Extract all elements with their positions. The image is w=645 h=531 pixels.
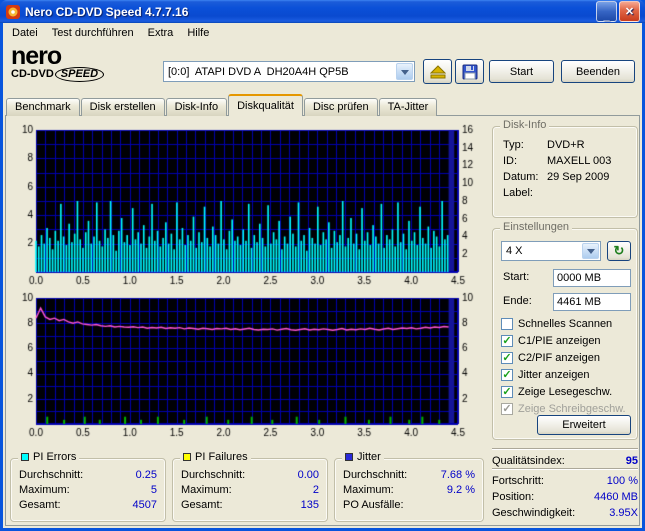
nero-logo: nero CD-DVD SPEED (11, 44, 161, 82)
checkbox-jitter[interactable]: ✓ Jitter anzeigen (501, 366, 635, 383)
start-mb-label: Start: (503, 271, 530, 283)
einstellungen-title: Einstellungen (500, 221, 573, 233)
position-row: Position: 4460 MB (492, 491, 638, 503)
ende-mb-label: Ende: (503, 295, 532, 307)
start-button[interactable]: Start (489, 60, 554, 83)
pie-chart-canvas (10, 124, 488, 288)
tab-disk-erstellen[interactable]: Disk erstellen (80, 98, 165, 116)
tab-ta-jitter[interactable]: TA-Jitter (378, 98, 438, 116)
quality-index-value: 95 (625, 455, 638, 467)
checkbox-box[interactable]: ✓ (501, 385, 513, 398)
speed-select[interactable]: 4 X (501, 241, 601, 261)
checkbox-lesegeschw[interactable]: ✓ Zeige Lesegeschw. (501, 383, 635, 400)
checkbox-c2-pif[interactable]: ✓ C2/PIF anzeigen (501, 349, 635, 366)
pif-legend-swatch (183, 453, 191, 461)
save-button[interactable] (455, 59, 484, 84)
start-mb-field[interactable] (553, 269, 631, 287)
checkbox-box[interactable]: ✓ (501, 351, 513, 364)
checkbox-list: Schnelles Scannen ✓ C1/PIE anzeigen ✓ C2… (501, 315, 635, 417)
eject-button[interactable] (423, 59, 452, 84)
jitter-group: Jitter Durchschnitt: 7.68 % Maximum: 9.2 %… (334, 451, 484, 522)
erweitert-button[interactable]: Erweitert (537, 415, 631, 435)
position-value: 4460 MB (593, 491, 638, 503)
tab-disk-info[interactable]: Disk-Info (165, 98, 228, 116)
quality-index-row: Qualitätsindex: 95 (492, 454, 638, 468)
checkbox-box[interactable]: ✓ (501, 334, 513, 347)
save-icon (462, 64, 477, 79)
menubar: Datei Test durchführen Extra Hilfe (3, 23, 642, 42)
pie-legend-swatch (21, 453, 29, 461)
menu-hilfe[interactable]: Hilfe (180, 25, 216, 41)
pi-failures-title: PI Failures (195, 451, 248, 463)
checkbox-box[interactable] (501, 317, 513, 330)
refresh-button[interactable]: ↻ (607, 241, 631, 261)
stat-row: Maximum: 2 (181, 483, 319, 496)
disk-id-value: MAXELL 003 (547, 155, 612, 167)
stat-row: Durchschnitt: 7.68 % (343, 468, 475, 481)
jitter-pif-chart-canvas (10, 292, 488, 440)
stat-row: Maximum: 5 (19, 483, 157, 496)
diskqualitaet-page: Disk-Info Typ: DVD+R ID: MAXELL 003 Datum:… (5, 115, 640, 526)
drive-select-value: [0:0] ATAPI DVD A DH20A4H QP5B (168, 65, 349, 78)
einstellungen-group: Einstellungen 4 X ↻ Start: Ende: Schnell… (492, 221, 638, 440)
pi-errors-group: PI Errors Durchschnitt: 0.25 Maximum: 5 Ge… (10, 451, 166, 522)
disk-info-group: Disk-Info Typ: DVD+R ID: MAXELL 003 Datum:… (492, 119, 638, 218)
jitter-legend-swatch (345, 453, 353, 461)
geschwindigkeit-row: Geschwindigkeit: 3.95X (492, 507, 638, 519)
quit-button[interactable]: Beenden (561, 60, 635, 83)
disk-type-value: DVD+R (547, 139, 585, 151)
disk-date-value: 29 Sep 2009 (547, 171, 610, 183)
stat-row: Gesamt: 4507 (19, 498, 157, 511)
pi-failures-group: PI Failures Durchschnitt: 0.00 Maximum: 2 … (172, 451, 328, 522)
titlebar: Nero CD-DVD Speed 4.7.7.16 _ ✕ (0, 0, 645, 23)
menu-extra[interactable]: Extra (141, 25, 181, 41)
tab-disc-pruefen[interactable]: Disc prüfen (303, 98, 378, 116)
drive-select[interactable]: [0:0] ATAPI DVD A DH20A4H QP5B (163, 61, 415, 82)
refresh-icon: ↻ (613, 243, 625, 258)
checkbox-schnelles-scannen[interactable]: Schnelles Scannen (501, 315, 635, 332)
checkbox-box[interactable]: ✓ (501, 368, 513, 381)
minimize-button[interactable]: _ (596, 1, 617, 22)
ende-mb-field[interactable] (553, 293, 631, 311)
chevron-down-icon[interactable] (582, 243, 599, 259)
close-button[interactable]: ✕ (619, 1, 640, 22)
geschwindigkeit-value: 3.95X (609, 507, 638, 519)
tab-diskqualitaet[interactable]: Diskqualität (228, 94, 303, 116)
disk-info-title: Disk-Info (500, 119, 550, 131)
quality-index-label: Qualitätsindex: (492, 455, 565, 467)
jitter-title: Jitter (357, 451, 381, 463)
stat-row: PO Ausfälle: (343, 498, 404, 511)
pi-errors-title: PI Errors (33, 451, 77, 463)
stat-row: Maximum: 9.2 % (343, 483, 475, 496)
app-icon (6, 4, 20, 19)
stat-row: Durchschnitt: 0.25 (19, 468, 157, 481)
menu-datei[interactable]: Datei (5, 25, 45, 41)
checkbox-c1-pie[interactable]: ✓ C1/PIE anzeigen (501, 332, 635, 349)
client-area: Datei Test durchführen Extra Hilfe nero … (3, 23, 642, 528)
nero-window: Nero CD-DVD Speed 4.7.7.16 _ ✕ Datei Tes… (0, 0, 645, 531)
separator (492, 448, 638, 450)
fortschritt-value: 100 % (606, 475, 638, 487)
eject-icon (429, 64, 446, 78)
stat-row: Gesamt: 135 (181, 498, 319, 511)
fortschritt-row: Fortschritt: 100 % (492, 475, 638, 487)
tab-bar: Benchmark Disk erstellen Disk-Info Diskq… (6, 94, 438, 116)
checkbox-box: ✓ (501, 402, 513, 415)
separator (492, 468, 638, 470)
tab-benchmark[interactable]: Benchmark (6, 98, 80, 116)
stat-row: Durchschnitt: 0.00 (181, 468, 319, 481)
menu-test-durchfuehren[interactable]: Test durchführen (45, 25, 141, 41)
chevron-down-icon[interactable] (396, 63, 413, 80)
window-title: Nero CD-DVD Speed 4.7.7.16 (25, 4, 189, 19)
